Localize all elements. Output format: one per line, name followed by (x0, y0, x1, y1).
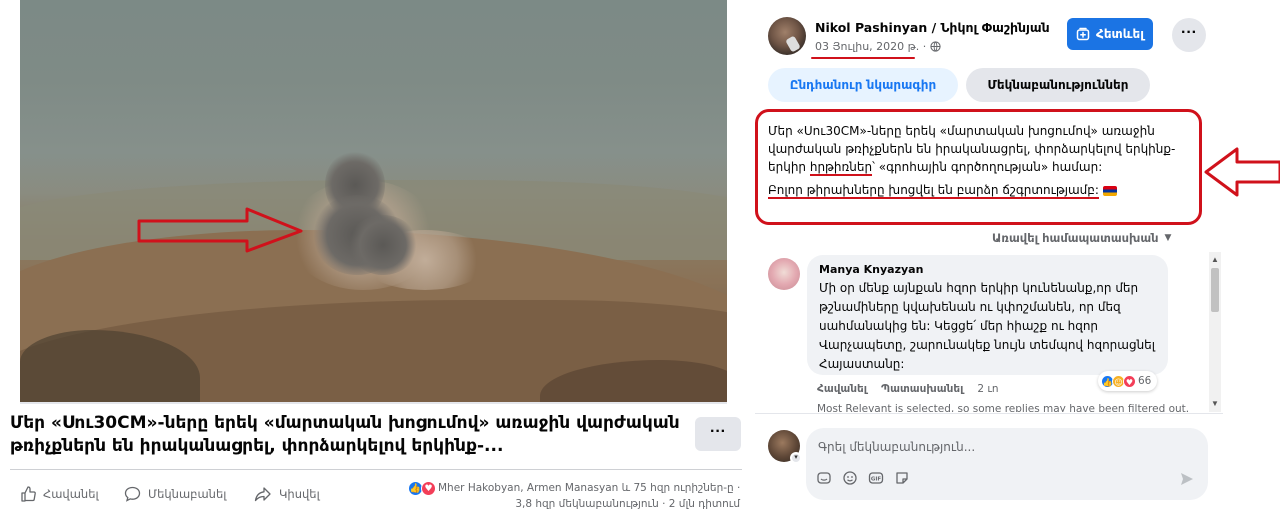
follow-button[interactable]: Հետևել (1067, 18, 1153, 50)
divider (10, 469, 742, 470)
comment-bubble: Manya Knyazyan Մի օր մենք այնքան հզոր եր… (807, 255, 1168, 375)
comment-input[interactable]: Գրել մեկնաբանություն... (818, 440, 975, 454)
share-label: Կիսվել (279, 487, 320, 501)
annotation-arrow-icon (1204, 147, 1280, 197)
share-arrow-icon (254, 487, 271, 502)
post-text-underlined: Բոլոր թիրախները խոցվել են բարձր ճշգրտութ… (768, 183, 1099, 199)
gif-icon[interactable]: GIF (868, 470, 884, 486)
comment-reply-button[interactable]: Պատասխանել (881, 383, 963, 395)
like-label: Հավանել (43, 487, 99, 501)
caret-down-icon: ▼ (1164, 233, 1172, 243)
tab-comments[interactable]: Մեկնաբանություններ (966, 68, 1150, 102)
comment-reaction-count: 66 (1138, 375, 1152, 387)
chevron-down-icon[interactable]: ▾ (790, 452, 802, 464)
post-date-text: 03 Յուլիս, 2020 թ. · (815, 40, 927, 53)
post-paragraph: Մեր «Սու30CM»-ները երեկ «մարտական խոցում… (768, 122, 1193, 176)
smoke-plume (348, 215, 418, 275)
share-button[interactable]: Կիսվել (254, 485, 320, 503)
follow-label: Հետևել (1096, 27, 1144, 41)
sticker-icon[interactable] (894, 470, 910, 486)
author-avatar[interactable] (768, 17, 806, 55)
comments-scrollbar[interactable]: ▲ ▼ (1209, 252, 1221, 412)
post-text-underlined: հրթիռներ (809, 160, 873, 176)
microphone-icon (785, 35, 801, 53)
armenia-flag-icon (1102, 185, 1117, 196)
comment-text: Մի օր մենք այնքան հզոր երկիր կունենանք,ո… (819, 281, 1156, 371)
follow-icon (1076, 27, 1090, 41)
annotation-arrow-icon (137, 207, 303, 253)
post-more-options-button[interactable]: ··· (1172, 18, 1206, 52)
annotation-underline (811, 57, 915, 59)
reactors-names: Mher Hakobyan, Armen Manasyan և 75 հզր ո… (438, 482, 741, 494)
more-options-button[interactable]: ··· (695, 417, 741, 451)
comment-actions: Հավանել Պատասխանել 2 ւո (817, 383, 999, 395)
video-title: Մեր «Սու30CM»-ները երեկ «մարտական խոցում… (10, 413, 680, 456)
post-timestamp[interactable]: 03 Յուլիս, 2020 թ. · (815, 40, 941, 53)
sort-label: Առավել համապատասխան (992, 231, 1159, 245)
comments-list[interactable]: Manya Knyazyan Մի օր մենք այնքան հզոր եր… (755, 250, 1280, 412)
post-text-segment: ՝ «գրոհային գործողության» համար: (872, 160, 1103, 174)
avatar-sticker-icon[interactable] (816, 470, 832, 486)
thumbs-up-icon (21, 486, 36, 502)
comment-bubble-icon (124, 486, 141, 502)
like-button[interactable]: Հավանել (20, 485, 99, 503)
author-name[interactable]: Nikol Pashinyan / Նիկոլ Փաշինյան (815, 20, 1050, 35)
globe-icon (930, 41, 941, 52)
comment-sort-dropdown[interactable]: Առավել համապատասխան ▼ (992, 231, 1171, 245)
commenter-avatar[interactable] (768, 258, 800, 290)
engagement-stats: 3,8 հզր մեկնաբանություն · 2 մլն դիտում (515, 498, 740, 510)
svg-text:GIF: GIF (871, 477, 882, 483)
love-reaction-icon: ♥ (1123, 374, 1136, 388)
divider (20, 402, 727, 404)
comment-label: Մեկնաբանել (148, 487, 227, 501)
filter-note: Most Relevant is selected, so some repli… (817, 403, 1190, 412)
post-body: Մեր «Սու30CM»-ները երեկ «մարտական խոցում… (768, 122, 1193, 199)
comment-like-button[interactable]: Հավանել (817, 383, 867, 395)
reactions-summary[interactable]: 👍 ♥ Mher Hakobyan, Armen Manasyan և 75 հ… (408, 480, 748, 512)
facebook-watch-page: Մեր «Սու30CM»-ները երեկ «մարտական խոցում… (0, 0, 1280, 528)
tab-overview[interactable]: Ընդհանուր նկարագիր (768, 68, 958, 102)
video-player[interactable] (20, 0, 727, 402)
current-user-avatar[interactable]: ▾ (768, 430, 802, 464)
composer-tools: GIF (816, 470, 910, 486)
comment-reactions[interactable]: 👍 ☺ ♥ 66 (1098, 371, 1158, 391)
love-reaction-icon: ♥ (421, 480, 436, 496)
post-paragraph: Բոլոր թիրախները խոցվել են բարձր ճշգրտութ… (768, 181, 1193, 199)
post-sidebar: Nikol Pashinyan / Նիկոլ Փաշինյան 03 Յուլ… (755, 0, 1280, 528)
scrollbar-thumb[interactable] (1211, 268, 1219, 312)
scroll-down-icon[interactable]: ▼ (1211, 399, 1219, 408)
emoji-icon[interactable] (842, 470, 858, 486)
scroll-up-icon[interactable]: ▲ (1211, 255, 1219, 264)
comment-age[interactable]: 2 ւո (977, 383, 998, 395)
send-icon[interactable] (1180, 472, 1194, 489)
divider (755, 413, 1223, 414)
comment-button[interactable]: Մեկնաբանել (124, 485, 226, 503)
commenter-name[interactable]: Manya Knyazyan (819, 263, 1156, 276)
comment-composer[interactable]: Գրել մեկնաբանություն... GIF (806, 428, 1208, 500)
video-column: Մեր «Սու30CM»-ները երեկ «մարտական խոցում… (0, 0, 755, 528)
